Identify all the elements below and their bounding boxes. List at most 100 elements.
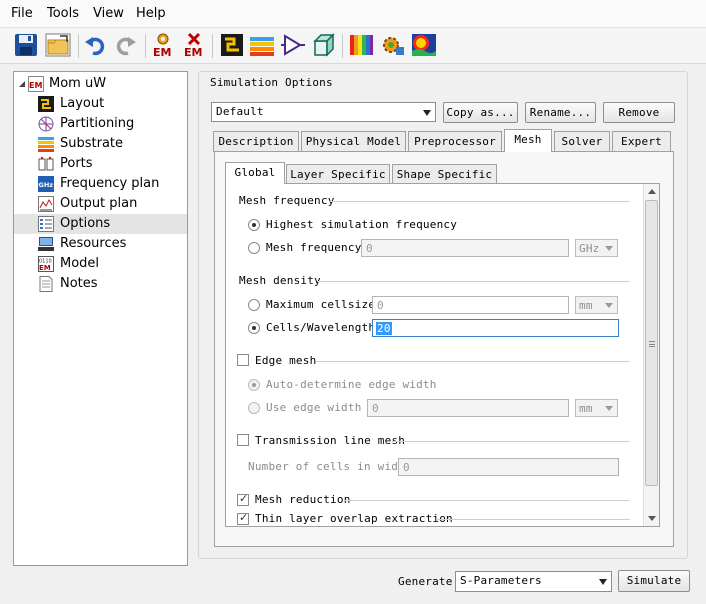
scroll-up-arrow-icon[interactable]	[648, 189, 656, 194]
tree-item-notes[interactable]: Notes	[14, 274, 187, 294]
scroll-down-arrow-icon[interactable]	[648, 516, 656, 521]
tree-item-ports[interactable]: Ports	[14, 154, 187, 174]
number-of-cells-field[interactable]: 0	[398, 458, 619, 476]
redo-icon[interactable]	[112, 31, 140, 59]
divider	[330, 201, 630, 202]
save-icon[interactable]	[12, 31, 40, 59]
copy-as-button[interactable]: Copy as...	[443, 102, 518, 123]
mesh-reduction-checkbox[interactable]	[237, 492, 249, 506]
tree-item-options[interactable]: Options	[14, 214, 187, 234]
mesh-density-header: Mesh density	[239, 274, 321, 287]
mesh-reduction-label: Mesh reduction	[255, 493, 351, 506]
model-icon: 0110EM	[38, 256, 54, 272]
divider	[316, 361, 630, 362]
remove-button[interactable]: Remove	[603, 102, 675, 123]
thin-layer-overlap-checkbox[interactable]	[237, 511, 249, 525]
edge-mesh-checkbox[interactable]	[237, 354, 249, 366]
maximum-cellsize-label: Maximum cellsize	[266, 298, 376, 311]
amplifier-icon[interactable]	[279, 31, 307, 59]
divider	[318, 281, 630, 282]
tree-item-layout[interactable]: Layout	[14, 94, 187, 114]
toolbar: EM EM	[0, 28, 706, 64]
scrollbar-thumb[interactable]	[645, 200, 658, 486]
chevron-down-icon	[605, 303, 613, 308]
tab-physical-model[interactable]: Physical Model	[301, 131, 406, 152]
em-cancel-icon[interactable]: EM	[180, 31, 208, 59]
mesh-scrollbar[interactable]	[643, 184, 659, 526]
spectrum-icon[interactable]	[347, 31, 375, 59]
use-edge-width-radio[interactable]	[248, 402, 260, 414]
menu-tools[interactable]: Tools	[47, 6, 79, 21]
output-plan-icon	[38, 196, 54, 212]
tree-item-output-plan[interactable]: Output plan	[14, 194, 187, 214]
substrate-icon[interactable]	[248, 31, 276, 59]
open-folder-icon[interactable]	[44, 31, 72, 59]
undo-icon[interactable]	[81, 31, 109, 59]
maximum-cellsize-radio[interactable]	[248, 299, 260, 311]
generate-select[interactable]: S-Parameters	[455, 571, 612, 592]
toolbar-separator	[78, 34, 79, 58]
edge-width-field[interactable]: 0	[367, 399, 569, 417]
tree-item-partitioning[interactable]: Partitioning	[14, 114, 187, 134]
tree-root[interactable]: EM Mom uW	[14, 74, 187, 94]
svg-text:EM: EM	[29, 81, 42, 90]
tree-item-model[interactable]: 0110 EM Model	[14, 254, 187, 274]
tab-mesh[interactable]: Mesh	[504, 129, 552, 152]
menu-file[interactable]: File	[11, 6, 33, 21]
em-gear-icon[interactable]: EM	[149, 31, 177, 59]
subtab-shape-specific[interactable]: Shape Specific	[392, 164, 497, 184]
mesh-frequency-label: Mesh frequency	[266, 241, 362, 254]
mesh-frequency-unit-select[interactable]: GHz	[575, 239, 618, 257]
chevron-down-icon	[599, 579, 607, 585]
cells-per-wavelength-field[interactable]: 20	[372, 319, 619, 337]
edge-mesh-label: Edge mesh	[255, 354, 317, 367]
tab-description[interactable]: Description	[213, 131, 299, 152]
partitioning-icon	[38, 116, 54, 132]
svg-text:EM: EM	[153, 46, 171, 58]
tree-item-substrate[interactable]: Substrate	[14, 134, 187, 154]
toolbar-separator	[212, 34, 213, 58]
chevron-down-icon	[605, 406, 613, 411]
tree-item-frequency-plan[interactable]: GHz Frequency plan	[14, 174, 187, 194]
transmission-line-mesh-checkbox[interactable]	[237, 434, 249, 446]
preset-combo[interactable]: Default	[211, 102, 436, 122]
menu-help[interactable]: Help	[136, 6, 166, 21]
mesh-frequency-radio[interactable]	[248, 242, 260, 254]
svg-text:EM: EM	[184, 46, 202, 58]
transmission-line-mesh-label: Transmission line mesh	[255, 434, 406, 447]
cells-per-wavelength-radio[interactable]	[248, 322, 260, 334]
subtab-layer-specific[interactable]: Layer Specific	[286, 164, 390, 184]
toolbar-separator	[145, 34, 146, 58]
rename-button[interactable]: Rename...	[525, 102, 596, 123]
edge-width-unit-select[interactable]: mm	[575, 399, 618, 417]
field-plot-icon[interactable]	[410, 31, 438, 59]
settings-gear-icon[interactable]	[378, 31, 406, 59]
tree-item-resources[interactable]: Resources	[14, 234, 187, 254]
mesh-frequency-header: Mesh frequency	[239, 194, 335, 207]
simulate-button[interactable]: Simulate	[618, 570, 690, 592]
divider	[436, 519, 630, 520]
divider	[345, 500, 630, 501]
layout-icon	[38, 96, 54, 112]
menu-view[interactable]: View	[93, 6, 124, 21]
tree-root-label: Mom uW	[49, 76, 107, 91]
maximum-cellsize-field[interactable]: 0	[372, 296, 569, 314]
number-of-cells-label: Number of cells in width	[248, 460, 412, 473]
tab-solver[interactable]: Solver	[554, 131, 610, 152]
mesh-frequency-field[interactable]: 0	[361, 239, 569, 257]
highest-frequency-radio[interactable]	[248, 219, 260, 231]
frequency-plan-icon: GHz	[38, 176, 54, 192]
options-icon	[38, 216, 54, 232]
chevron-down-icon	[605, 246, 613, 251]
expand-arrow-icon[interactable]	[18, 80, 26, 88]
maximum-cellsize-unit-select[interactable]: mm	[575, 296, 618, 314]
tab-preprocessor[interactable]: Preprocessor	[408, 131, 502, 152]
highest-frequency-label: Highest simulation frequency	[266, 218, 458, 231]
svg-text:EM: EM	[39, 264, 51, 272]
notes-icon	[39, 276, 53, 292]
cube-3d-icon[interactable]	[310, 31, 338, 59]
layout-icon[interactable]	[218, 31, 246, 59]
tab-expert[interactable]: Expert	[612, 131, 671, 152]
subtab-global[interactable]: Global	[225, 162, 285, 184]
auto-edge-width-radio[interactable]	[248, 379, 260, 391]
